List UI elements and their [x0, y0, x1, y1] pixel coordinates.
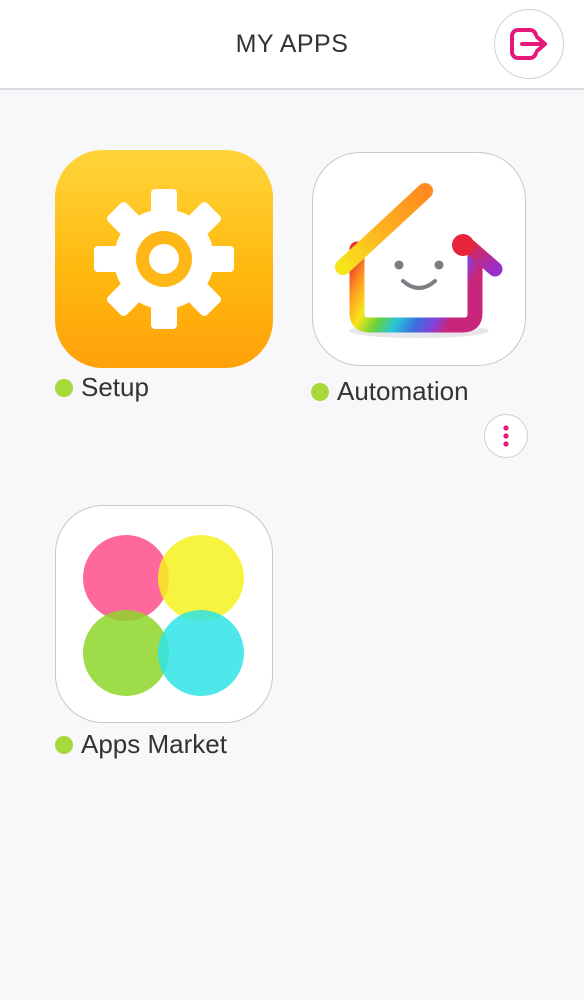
app-label: Apps Market	[81, 729, 227, 759]
status-dot	[311, 382, 329, 401]
automation-app-icon[interactable]	[312, 152, 526, 366]
app-label-row: Apps Market	[55, 729, 227, 760]
setup-app-icon[interactable]	[55, 150, 273, 368]
automation-more-button[interactable]	[484, 414, 528, 458]
gear-icon	[94, 189, 234, 329]
app-tile-setup[interactable]: Setup	[55, 150, 275, 402]
app-tile-apps-market[interactable]: Apps Market	[55, 505, 275, 759]
status-dot	[55, 735, 73, 754]
four-circles-icon	[83, 535, 244, 696]
logout-icon	[510, 28, 547, 60]
header-bar: MY APPS	[0, 0, 584, 90]
app-tile-automation[interactable]: Automation	[311, 152, 532, 406]
app-label-row: Setup	[55, 372, 149, 403]
app-label-row: Automation	[311, 376, 469, 407]
apps-market-app-icon[interactable]	[55, 505, 273, 723]
rainbow-house-icon	[335, 183, 503, 338]
status-dot	[55, 378, 73, 397]
app-label: Automation	[337, 376, 469, 406]
more-vertical-icon	[503, 425, 509, 447]
app-label: Setup	[81, 372, 149, 402]
logout-button[interactable]	[494, 9, 564, 79]
